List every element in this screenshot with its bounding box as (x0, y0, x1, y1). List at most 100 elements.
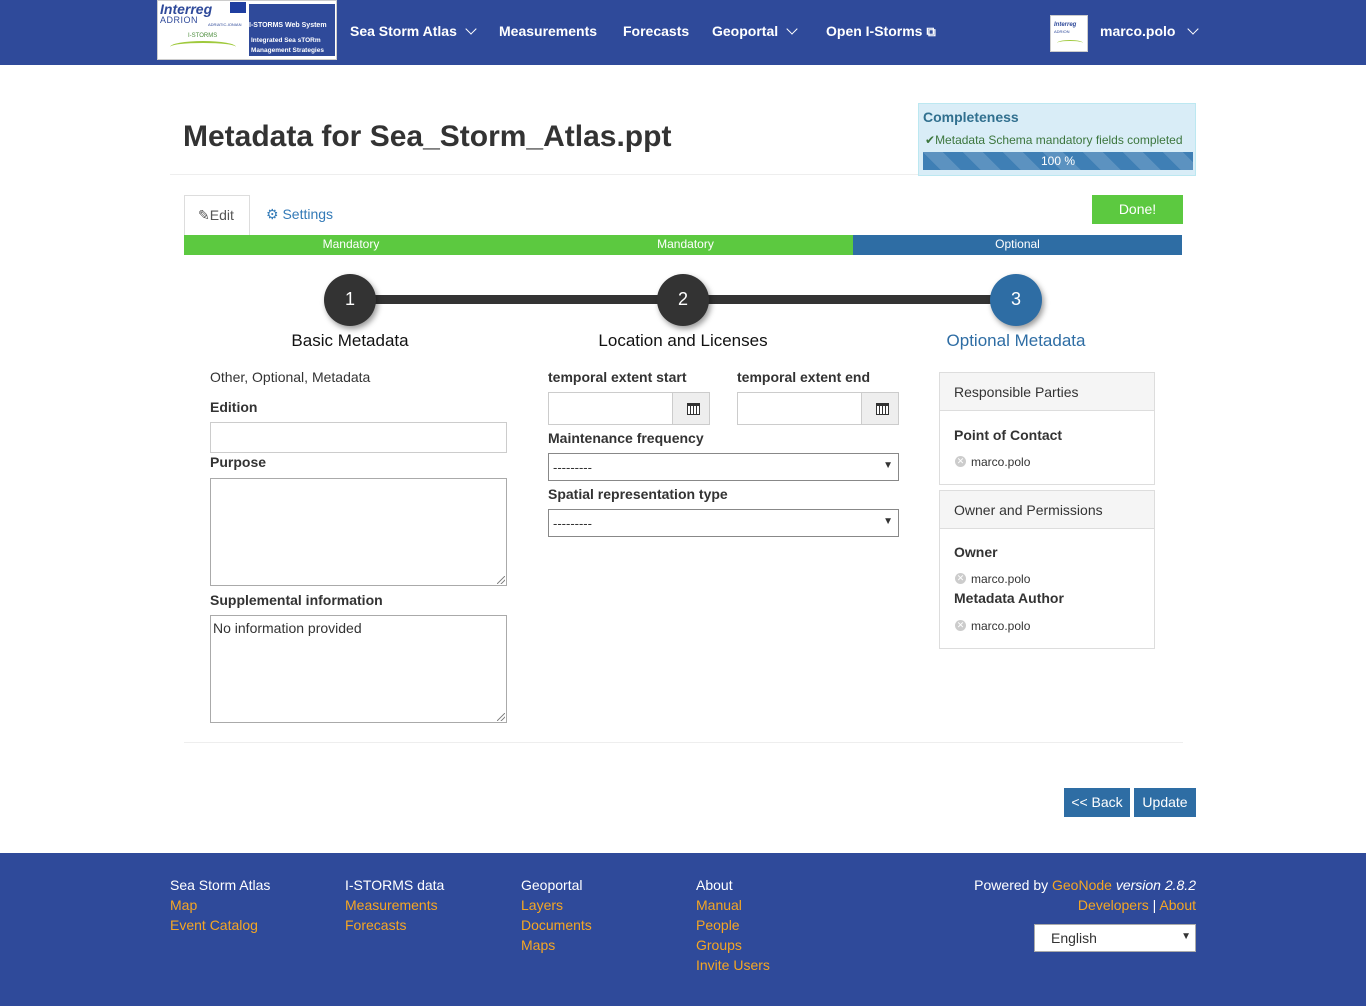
nav-forecasts[interactable]: Forecasts (623, 23, 689, 39)
completeness-message: ✔Metadata Schema mandatory fields comple… (925, 133, 1183, 147)
wizard-step-3-label[interactable]: Optional Metadata (916, 331, 1116, 351)
remove-icon[interactable]: ✕ (955, 456, 966, 467)
spatial-select[interactable]: --------- ▼ (548, 509, 899, 537)
maintenance-select[interactable]: --------- ▼ (548, 453, 899, 481)
logo-line1-text: Integrated Sea sTORm (251, 37, 321, 44)
calendar-icon (876, 403, 889, 415)
segment-mandatory-1: Mandatory (184, 235, 518, 255)
temporal-start-calendar-button[interactable] (672, 392, 710, 425)
wizard-step-2-label[interactable]: Location and Licenses (583, 331, 783, 351)
footer-link-groups[interactable]: Groups (696, 935, 770, 955)
developers-link[interactable]: Developers (1078, 897, 1149, 913)
user-menu[interactable]: marco.polo (1100, 23, 1200, 39)
back-button[interactable]: << Back (1064, 788, 1130, 817)
tab-settings-label: Settings (282, 206, 334, 222)
caret-down-icon: ▼ (1181, 931, 1191, 942)
caret-down-icon: ▼ (883, 460, 893, 471)
purpose-label: Purpose (210, 454, 267, 470)
language-select[interactable]: English ▼ (1034, 924, 1196, 952)
check-icon: ✔ (925, 133, 936, 147)
remove-icon[interactable]: ✕ (955, 620, 966, 631)
logo-system-text: I-STORMS Web System (249, 22, 327, 29)
tab-edit[interactable]: ✎Edit (184, 195, 250, 235)
done-button[interactable]: Done! (1092, 195, 1183, 224)
user-avatar[interactable]: Interreg ADRION (1050, 15, 1088, 52)
interreg-istorms-logo[interactable]: Interreg ADRION ADRIATIC-IONIAN I-STORMS… (157, 0, 337, 60)
chevron-down-icon (465, 23, 477, 35)
page-title: Metadata for Sea_Storm_Atlas.ppt (183, 120, 672, 153)
footer-heading: About (696, 877, 733, 893)
gear-icon: ⚙ (266, 206, 279, 222)
spatial-value: --------- (553, 516, 592, 531)
footer-link-maps[interactable]: Maps (521, 935, 592, 955)
logo-adriatic-ionian-text: ADRIATIC-IONIAN (208, 22, 242, 27)
footer-link-manual[interactable]: Manual (696, 895, 770, 915)
nav-label: Measurements (499, 23, 598, 39)
footer-link-documents[interactable]: Documents (521, 915, 592, 935)
logo-wave-icon (170, 41, 236, 53)
geonode-link[interactable]: GeoNode (1052, 877, 1112, 893)
footer-link-map[interactable]: Map (170, 895, 270, 915)
responsible-parties-panel: Responsible Parties Point of Contact ✕ ma… (939, 372, 1155, 485)
supplemental-textarea[interactable]: No information provided (210, 615, 507, 723)
footer-link-invite-users[interactable]: Invite Users (696, 955, 770, 975)
resize-handle-icon[interactable] (497, 713, 505, 721)
completeness-message-text: Metadata Schema mandatory fields complet… (935, 133, 1183, 147)
wizard-step-1-label[interactable]: Basic Metadata (250, 331, 450, 351)
footer-col-about: About Manual People Groups Invite Users (696, 875, 770, 975)
footer-col-geoportal: Geoportal Layers Documents Maps (521, 875, 592, 955)
footer-link-event-catalog[interactable]: Event Catalog (170, 915, 270, 935)
nav-open-istorms[interactable]: Open I-Storms ⧉ (826, 23, 936, 40)
footer-link-layers[interactable]: Layers (521, 895, 592, 915)
footer-link-forecasts[interactable]: Forecasts (345, 915, 444, 935)
supplemental-label: Supplemental information (210, 592, 383, 608)
wizard-step-3[interactable]: 3 (990, 274, 1042, 326)
external-link-icon: ⧉ (926, 24, 936, 39)
nav-measurements[interactable]: Measurements (499, 23, 597, 39)
footer-link-people[interactable]: People (696, 915, 770, 935)
footer-link-measurements[interactable]: Measurements (345, 895, 444, 915)
purpose-textarea[interactable] (210, 478, 507, 586)
point-of-contact-name: marco.polo (971, 455, 1031, 469)
wizard-step-1[interactable]: 1 (324, 274, 376, 326)
calendar-icon (687, 403, 700, 415)
tab-edit-label: Edit (209, 207, 234, 223)
footer-col-atlas: Sea Storm Atlas Map Event Catalog (170, 875, 270, 935)
nav-geoportal[interactable]: Geoportal (712, 23, 798, 39)
about-link[interactable]: About (1159, 897, 1196, 913)
nav-sea-storm-atlas[interactable]: Sea Storm Atlas (350, 23, 477, 39)
nav-label: Open I-Storms (826, 23, 923, 39)
owner-permissions-panel: Owner and Permissions Owner ✕ marco.polo … (939, 490, 1155, 649)
logo-istorms-text: I-STORMS (188, 33, 218, 39)
temporal-end-input[interactable] (737, 392, 862, 425)
metadata-author-user: ✕ marco.polo (955, 619, 1030, 633)
pencil-icon: ✎ (198, 207, 210, 223)
wizard-step-2[interactable]: 2 (657, 274, 709, 326)
edition-input[interactable] (210, 422, 507, 453)
nav-label: Sea Storm Atlas (350, 23, 457, 39)
point-of-contact-user: ✕ marco.polo (955, 455, 1030, 469)
separator: | (1152, 897, 1157, 913)
resize-handle-icon[interactable] (497, 576, 505, 584)
maintenance-value: --------- (553, 460, 592, 475)
completeness-box: Completeness ✔Metadata Schema mandatory … (918, 103, 1196, 176)
owner-label: Owner (954, 544, 998, 560)
owner-user: ✕ marco.polo (955, 572, 1030, 586)
remove-icon[interactable]: ✕ (955, 573, 966, 584)
owner-permissions-heading: Owner and Permissions (940, 491, 1154, 529)
temporal-start-input[interactable] (548, 392, 673, 425)
temporal-end-label: temporal extent end (737, 369, 871, 385)
tab-settings[interactable]: ⚙ Settings (266, 206, 333, 223)
segment-mandatory-2: Mandatory (518, 235, 853, 255)
update-button[interactable]: Update (1134, 788, 1196, 817)
metadata-author-label: Metadata Author (954, 590, 1064, 606)
logo-line2-text: Management Strategies (251, 47, 324, 54)
temporal-end-calendar-button[interactable] (861, 392, 899, 425)
avatar-wave-icon (1057, 40, 1083, 46)
edition-label: Edition (210, 399, 258, 415)
footer: Sea Storm Atlas Map Event Catalog I-STOR… (0, 853, 1366, 1006)
caret-down-icon: ▼ (883, 516, 893, 527)
footer-heading: Geoportal (521, 877, 583, 893)
responsible-parties-heading: Responsible Parties (940, 373, 1154, 411)
logo-adrion-text: ADRION (160, 15, 199, 25)
